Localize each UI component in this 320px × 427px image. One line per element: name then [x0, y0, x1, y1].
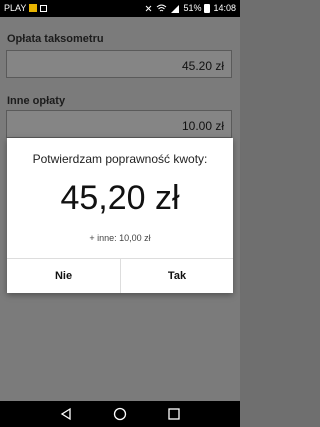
navigation-bar: [0, 401, 240, 427]
clock: 14:08: [213, 3, 236, 13]
battery-percent: 51%: [183, 3, 202, 13]
carrier-label: PLAY: [4, 3, 27, 13]
notification-square-icon: [40, 4, 48, 12]
dialog-amount: 45,20 zł: [60, 179, 180, 217]
home-icon[interactable]: [113, 407, 127, 421]
dialog-title: Potwierdzam poprawność kwoty:: [32, 152, 208, 166]
confirm-dialog: Potwierdzam poprawność kwoty: 45,20 zł +…: [7, 138, 233, 293]
fare-input[interactable]: 45.20 zł: [6, 50, 232, 78]
bluetooth-off-icon: [146, 5, 152, 11]
dialog-extra-fees: + inne: 10,00 zł: [89, 233, 151, 243]
recents-icon[interactable]: [167, 407, 181, 421]
yes-button[interactable]: Tak: [120, 259, 233, 293]
wifi-icon: [157, 4, 167, 11]
other-fees-label: Inne opłaty: [7, 95, 66, 107]
status-left: PLAY: [4, 3, 48, 13]
fare-label: Opłata taksometru: [7, 33, 104, 45]
no-button[interactable]: Nie: [7, 259, 120, 293]
back-icon[interactable]: [59, 407, 73, 421]
notification-app-icon: [29, 4, 38, 12]
status-bar: PLAY 51% 14:08: [0, 0, 240, 17]
status-right: 51% 14:08: [144, 3, 236, 13]
other-fees-input[interactable]: 10.00 zł: [6, 110, 232, 138]
battery-icon: [204, 3, 211, 13]
signal-icon: [171, 4, 180, 13]
